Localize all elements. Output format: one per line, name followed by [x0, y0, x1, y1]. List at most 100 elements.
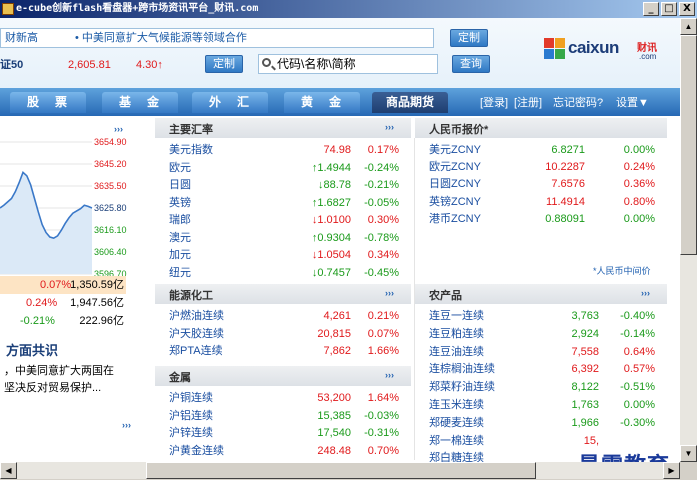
quote-price: 7,558	[571, 345, 599, 358]
custom-button-1[interactable]: 定制	[450, 29, 488, 47]
scroll-up-arrow-icon[interactable]: ▲	[680, 18, 697, 35]
quote-row[interactable]: 郑菜籽油连续 8,122 -0.51%	[415, 379, 667, 396]
quote-row[interactable]: 连玉米连续 1,763 0.00%	[415, 397, 667, 414]
quote-name[interactable]: 英镑ZCNY	[429, 194, 481, 211]
left-news-title[interactable]: 方面共识	[6, 340, 58, 359]
quote-price: 15,385	[317, 409, 351, 422]
register-link[interactable]: [注册]	[514, 94, 542, 110]
metal-more-link[interactable]: ›››	[385, 370, 394, 380]
news-left[interactable]: 财新高	[5, 29, 38, 47]
quote-name[interactable]: 沪铜连续	[169, 390, 213, 407]
search-value: 代码\名称\简称	[277, 57, 356, 71]
news-headline[interactable]: • 中美同意扩大气候能源等领域合作	[75, 29, 247, 47]
quote-name[interactable]: 瑞郎	[169, 212, 191, 229]
quote-name[interactable]: 沪黄金连续	[169, 443, 224, 460]
quote-name[interactable]: 郑一棉连续	[429, 433, 484, 450]
quote-name[interactable]: 连豆油连续	[429, 344, 484, 361]
tab-commodity-futures[interactable]: 商品期货	[372, 92, 448, 113]
quote-row[interactable]: 日圆ZCNY 7.6576 0.36%	[415, 176, 667, 193]
quote-name[interactable]: 纽元	[169, 265, 191, 282]
quote-name[interactable]: 英镑	[169, 195, 191, 212]
quote-name[interactable]: 连豆粕连续	[429, 326, 484, 343]
quote-name[interactable]: 澳元	[169, 230, 191, 247]
tab-forex[interactable]: 外 汇	[192, 92, 268, 113]
quote-row[interactable]: 美元指数 74.98 0.17%	[155, 142, 411, 159]
quote-row[interactable]: 纽元 ↓0.7457 -0.45%	[155, 265, 411, 282]
quote-row[interactable]: 加元 ↓1.0504 0.34%	[155, 247, 411, 264]
quote-name[interactable]: 加元	[169, 247, 191, 264]
quote-name[interactable]: 郑PTA连续	[169, 343, 223, 360]
quote-row[interactable]: 沪铜连续 53,200 1.64%	[155, 390, 411, 407]
quote-row[interactable]: 沪天胶连续 20,815 0.07%	[155, 326, 411, 343]
quote-row[interactable]: 瑞郎 ↓1.0100 0.30%	[155, 212, 411, 229]
quote-row[interactable]: 连棕榈油连续 6,392 0.57%	[415, 361, 667, 378]
quote-name[interactable]: 沪天胶连续	[169, 326, 224, 343]
quote-name[interactable]: 美元指数	[169, 142, 213, 159]
close-button[interactable]: X	[679, 2, 695, 16]
quote-row[interactable]: 沪黄金连续 248.48 0.70%	[155, 443, 411, 460]
quote-name[interactable]: 沪燃油连续	[169, 308, 224, 325]
quote-name[interactable]: 连玉米连续	[429, 397, 484, 414]
left-row-pct: 0.24%	[26, 297, 58, 309]
index-name: 证50	[0, 59, 24, 71]
scroll-down-arrow-icon[interactable]: ▼	[680, 445, 697, 462]
quote-name[interactable]: 郑白糖连续	[429, 450, 484, 462]
quote-name[interactable]: 日圆	[169, 177, 191, 194]
quote-row[interactable]: 澳元 ↑0.9304 -0.78%	[155, 230, 411, 247]
tab-funds[interactable]: 基 金	[102, 92, 178, 113]
quote-name[interactable]: 美元ZCNY	[429, 142, 481, 159]
quote-price: ↓1.0100	[311, 214, 351, 226]
quote-name[interactable]: 连棕榈油连续	[429, 361, 495, 378]
quote-name[interactable]: 沪铝连续	[169, 408, 213, 425]
quote-name[interactable]: 连豆一连续	[429, 308, 484, 325]
quote-name[interactable]: 沪锌连续	[169, 425, 213, 442]
quote-row[interactable]: 郑硬麦连续 1,966 -0.30%	[415, 415, 667, 432]
quote-row[interactable]: 美元ZCNY 6.8271 0.00%	[415, 142, 667, 159]
left-news-line-2: 坚决反对贸易保护...	[4, 382, 102, 394]
custom-button-2[interactable]: 定制	[205, 55, 243, 73]
quote-row[interactable]: 沪锌连续 17,540 -0.31%	[155, 425, 411, 442]
quote-name[interactable]: 欧元ZCNY	[429, 159, 481, 176]
fx-more-link[interactable]: ›››	[385, 122, 394, 132]
vertical-scrollbar[interactable]: ▲ ▼	[680, 18, 697, 462]
tab-stocks[interactable]: 股 票	[10, 92, 86, 113]
quote-name[interactable]: 港币ZCNY	[429, 211, 481, 228]
quote-name[interactable]: 日圆ZCNY	[429, 176, 481, 193]
agri-more-link[interactable]: ›››	[641, 288, 650, 298]
search-input[interactable]: 代码\名称\简称	[258, 54, 438, 74]
quote-row[interactable]: 欧元 ↑1.4944 -0.24%	[155, 160, 411, 177]
vertical-scroll-thumb[interactable]	[680, 35, 697, 255]
energy-more-link[interactable]: ›››	[385, 288, 394, 298]
quote-row[interactable]: 港币ZCNY 0.88091 0.00%	[415, 211, 667, 228]
login-link[interactable]: [登录]	[480, 94, 508, 110]
quote-row[interactable]: 英镑ZCNY 11.4914 0.80%	[415, 194, 667, 211]
quote-row[interactable]: 郑PTA连续 7,862 1.66%	[155, 343, 411, 360]
scroll-right-arrow-icon[interactable]: ▶	[663, 462, 680, 479]
maximize-button[interactable]: □	[661, 2, 677, 16]
quote-row[interactable]: 连豆一连续 3,763 -0.40%	[415, 308, 667, 325]
quote-row[interactable]: 连豆粕连续 2,924 -0.14%	[415, 326, 667, 343]
scroll-left-arrow-icon[interactable]: ◀	[0, 462, 17, 479]
quote-row[interactable]: 沪铝连续 15,385 -0.03%	[155, 408, 411, 425]
quote-row[interactable]: 英镑 ↑1.6827 -0.05%	[155, 195, 411, 212]
caixun-logo[interactable]: caixun 财讯 .com	[544, 36, 664, 66]
minimize-button[interactable]: _	[643, 2, 659, 16]
search-button[interactable]: 查询	[452, 55, 490, 73]
horizontal-scroll-thumb[interactable]	[146, 462, 536, 479]
settings-menu[interactable]: 设置▼	[616, 94, 649, 110]
quote-row[interactable]: 欧元ZCNY 10.2287 0.24%	[415, 159, 667, 176]
quote-row[interactable]: 沪燃油连续 4,261 0.21%	[155, 308, 411, 325]
tab-gold[interactable]: 黄 金	[284, 92, 360, 113]
quote-change: 0.57%	[623, 363, 655, 376]
left-more-link[interactable]: ›››	[114, 124, 123, 134]
quote-row[interactable]: 连豆油连续 7,558 0.64%	[415, 344, 667, 361]
quote-name[interactable]: 郑硬麦连续	[429, 415, 484, 432]
horizontal-scrollbar[interactable]: ◀ ▶	[0, 462, 680, 479]
quote-change: 0.00%	[623, 212, 655, 225]
left-news-more-link[interactable]: ›››	[122, 420, 131, 430]
quote-row[interactable]: 日圆 ↓88.78 -0.21%	[155, 177, 411, 194]
quote-name[interactable]: 欧元	[169, 160, 191, 177]
quote-price: 248.48	[317, 444, 351, 457]
forgot-password-link[interactable]: 忘记密码?	[553, 94, 603, 110]
quote-name[interactable]: 郑菜籽油连续	[429, 379, 495, 396]
